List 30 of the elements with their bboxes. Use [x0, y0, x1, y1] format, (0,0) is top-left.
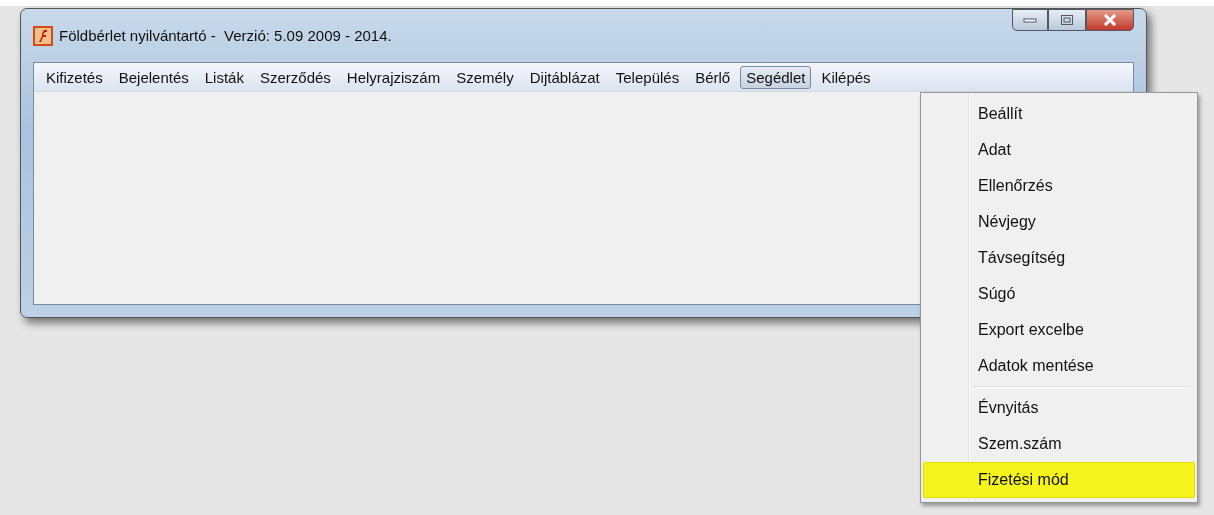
- dropdown-item[interactable]: Súgó: [923, 276, 1195, 312]
- dropdown-item[interactable]: Beállít: [923, 96, 1195, 132]
- menu-item[interactable]: Helyrajziszám: [340, 65, 447, 89]
- menu-item[interactable]: Segédlet: [740, 65, 812, 89]
- menu-item[interactable]: Település: [609, 65, 686, 89]
- app-logo-icon: [33, 25, 53, 46]
- dropdown-item[interactable]: Távsegítség: [923, 240, 1195, 276]
- menu-item[interactable]: Kilépés: [815, 65, 877, 89]
- menu-item[interactable]: Bérlő: [689, 65, 737, 89]
- menu-item[interactable]: Dijtáblázat: [523, 65, 606, 89]
- dropdown-item[interactable]: Export excelbe: [923, 312, 1195, 348]
- menu-item[interactable]: Kifizetés: [40, 65, 109, 89]
- minimize-icon: [1023, 17, 1037, 23]
- dropdown-item[interactable]: Szem.szám: [923, 426, 1195, 462]
- close-icon: [1103, 14, 1117, 26]
- maximize-button[interactable]: [1048, 9, 1086, 31]
- dropdown-item[interactable]: Ellenőrzés: [923, 168, 1195, 204]
- menu-item[interactable]: Bejelentés: [112, 65, 195, 89]
- maximize-icon: [1060, 14, 1074, 26]
- minimize-button[interactable]: [1012, 9, 1048, 31]
- dropdown-item[interactable]: Évnyitás: [923, 390, 1195, 426]
- menu-item[interactable]: Listák: [198, 65, 250, 89]
- menu-item[interactable]: Személy: [450, 65, 520, 89]
- close-button[interactable]: [1086, 9, 1134, 31]
- dropdown-item[interactable]: Adat: [923, 132, 1195, 168]
- menu-item[interactable]: Szerződés: [253, 65, 337, 89]
- dropdown-item[interactable]: Névjegy: [923, 204, 1195, 240]
- dropdown-item[interactable]: Fizetési mód: [923, 462, 1195, 498]
- dropdown-item[interactable]: Adatok mentése: [923, 348, 1195, 384]
- window-title: Földbérlet nyilvántartó - Verzió: 5.09 2009 - 2014.: [59, 27, 392, 44]
